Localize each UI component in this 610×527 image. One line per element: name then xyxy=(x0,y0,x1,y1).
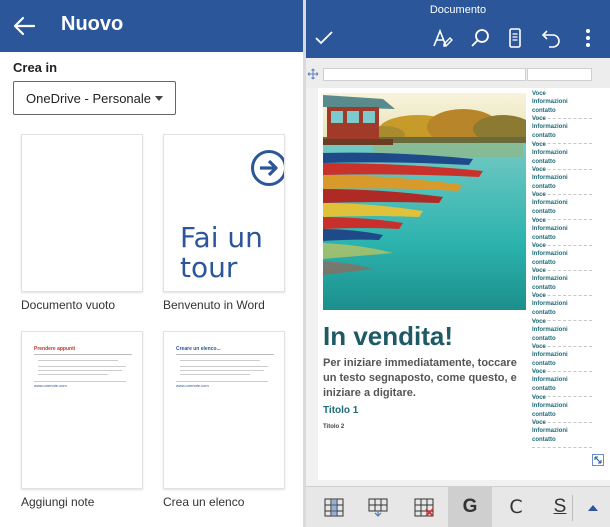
more-vert-icon[interactable] xyxy=(576,26,600,50)
template-tour-label: Benvenuto in Word xyxy=(163,298,265,312)
tour-preview-text: Fai un tour xyxy=(180,221,263,284)
preview-line xyxy=(38,360,118,361)
underline-label: S xyxy=(553,496,567,517)
preview-line xyxy=(180,360,260,361)
arrow-right-circle-icon xyxy=(251,150,284,186)
preview-line xyxy=(180,366,268,367)
notes-preview-footer: www.onenote.com xyxy=(34,383,67,388)
arrow-left-icon[interactable] xyxy=(10,12,38,40)
template-blank[interactable] xyxy=(21,134,143,292)
contact-item-info: Informazioni contatto xyxy=(532,124,568,140)
document-title-1[interactable]: Titolo 1 xyxy=(323,405,358,416)
table-ruler xyxy=(306,58,610,88)
editor-header-bar: Documento xyxy=(306,0,610,58)
contact-item-voce: Voce xyxy=(532,116,546,123)
preview-line xyxy=(38,370,122,371)
mobile-view-icon[interactable] xyxy=(503,26,527,50)
preview-line xyxy=(38,374,108,375)
notes-preview-title: Prendere appunti xyxy=(34,346,76,352)
contact-item-voce: Voce xyxy=(532,141,546,148)
ruler-column[interactable] xyxy=(527,68,592,81)
underline-button[interactable]: S xyxy=(540,487,570,527)
contact-item-voce: Voce xyxy=(532,166,546,173)
contact-item-voce: Voce xyxy=(532,217,546,224)
contact-item-voce: Voce xyxy=(532,344,546,350)
search-icon[interactable] xyxy=(468,26,492,50)
document-intro[interactable]: Per iniziare immediatamente, toccare un … xyxy=(323,356,533,401)
contact-item-info: Informazioni contatto xyxy=(532,99,568,114)
list-preview-title: Creare un elenco... xyxy=(176,346,221,352)
pen-format-icon[interactable] xyxy=(430,26,454,50)
preview-line xyxy=(176,381,268,382)
template-tour-preview: Fai un tour xyxy=(180,223,270,283)
contact-item-info: Informazioni contatto xyxy=(532,377,568,393)
template-list-label: Crea un elenco xyxy=(163,495,245,509)
contact-item-info: Informazioni contatto xyxy=(532,149,568,165)
contact-item-info: Informazioni contatto xyxy=(532,276,568,292)
check-icon[interactable] xyxy=(312,26,336,50)
contact-item-info: Informazioni contatto xyxy=(532,427,568,443)
contact-item-info: Informazioni contatto xyxy=(532,225,568,241)
contact-item-voce: Voce xyxy=(532,394,546,401)
contact-item-voce: Voce xyxy=(532,293,546,300)
contact-item-voce: Voce xyxy=(532,268,546,275)
preview-line xyxy=(34,381,126,382)
contact-item-voce: Voce xyxy=(532,318,546,325)
preview-divider xyxy=(34,354,132,355)
preview-line xyxy=(180,370,264,371)
preview-divider xyxy=(176,354,274,355)
toolbar-separator xyxy=(572,495,573,521)
template-notes-label: Aggiungi note xyxy=(21,495,95,509)
contact-item-info: Informazioni contatto xyxy=(532,174,568,190)
contact-item-info: Informazioni contatto xyxy=(532,250,568,266)
new-header-bar: Nuovo xyxy=(0,0,303,52)
contact-item-voce: Voce xyxy=(532,242,546,249)
resize-handle-icon[interactable] xyxy=(592,454,604,466)
list-preview-footer: www.onenote.com xyxy=(176,383,209,388)
contact-item-divider xyxy=(532,446,592,448)
contact-item-info: Informazioni contatto xyxy=(532,200,568,216)
insert-column-icon[interactable] xyxy=(312,487,356,527)
template-blank-label: Documento vuoto xyxy=(21,298,116,312)
document-title: Documento xyxy=(429,4,487,16)
italic-button[interactable]: C xyxy=(494,487,538,527)
table-move-handle-icon[interactable] xyxy=(307,68,319,80)
cover-photo[interactable] xyxy=(323,93,526,310)
document-headline[interactable]: In vendita! xyxy=(323,321,453,352)
bold-label: G xyxy=(462,496,478,517)
italic-label: C xyxy=(509,496,523,518)
new-document-panel: Nuovo Crea in OneDrive - Personale Docum… xyxy=(0,0,303,527)
template-list[interactable]: Creare un elenco... www.onenote.com xyxy=(163,331,285,489)
caret-down-icon xyxy=(155,96,163,101)
screen: Nuovo Crea in OneDrive - Personale Docum… xyxy=(0,0,610,527)
document-page[interactable]: In vendita! Per iniziare immediatamente,… xyxy=(318,88,610,480)
expand-up-icon[interactable] xyxy=(576,487,610,527)
bold-button[interactable]: G xyxy=(448,487,492,527)
contact-item-info: Informazioni contatto xyxy=(532,402,568,418)
document-title-2[interactable]: Titolo 2 xyxy=(323,424,344,430)
contact-item-info: Informazioni contatto xyxy=(532,326,568,342)
contact-item[interactable]: Voce Informazioni contatto xyxy=(532,419,592,448)
contact-item-voce: Voce xyxy=(532,192,546,199)
contact-item-info: Informazioni contatto xyxy=(532,301,568,317)
ruler-column[interactable] xyxy=(323,68,526,81)
template-tour[interactable]: Fai un tour xyxy=(163,134,285,292)
document-editor-panel: Documento In vendita! Per iniziare immed… xyxy=(306,0,610,527)
preview-line xyxy=(38,366,126,367)
contact-item-voce: Voce xyxy=(532,91,546,97)
location-selected: OneDrive - Personale xyxy=(26,91,151,106)
location-dropdown[interactable]: OneDrive - Personale xyxy=(13,81,176,115)
delete-cell-icon[interactable] xyxy=(402,487,446,527)
contact-item-voce: Voce xyxy=(532,369,546,376)
page-title: Nuovo xyxy=(61,13,124,35)
formatting-toolbar: G C S xyxy=(306,486,610,527)
contact-item-info: Informazioni contatto xyxy=(532,352,568,367)
location-label: Crea in xyxy=(13,60,58,75)
preview-line xyxy=(180,374,250,375)
template-notes[interactable]: Prendere appunti www.onenote.com xyxy=(21,331,143,489)
contact-item-voce: Voce xyxy=(532,419,546,426)
insert-row-icon[interactable] xyxy=(356,487,400,527)
undo-icon[interactable] xyxy=(539,26,563,50)
